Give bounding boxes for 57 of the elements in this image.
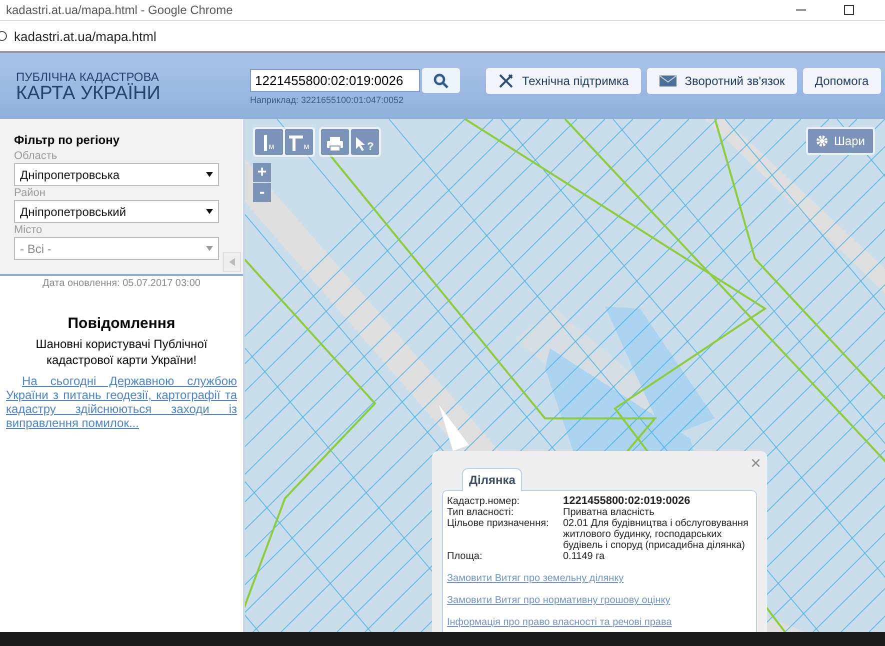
popup-link[interactable]: Інформація про право власності та речові права — [447, 617, 752, 628]
caret-icon — [206, 246, 213, 251]
header-button[interactable]: Допомога — [802, 68, 881, 94]
popup-link[interactable]: Замовити Витяг про нормативну грошову оцінку — [447, 595, 752, 606]
layers-button[interactable]: Шари — [806, 127, 875, 155]
measure-tool-button[interactable]: м — [255, 129, 283, 155]
address-url[interactable]: kadastri.at.ua/mapa.html — [14, 28, 156, 44]
info-label: Тип власності: — [447, 507, 515, 518]
dropdown-value: - Всі - — [20, 242, 52, 256]
area-icon — [288, 135, 303, 151]
notice-link[interactable]: На сьогодні Державною службою України з питань геодезії, картографії та кадастру здійснюються заходи із виправлення помилок... — [0, 372, 243, 432]
field-label: Район — [14, 187, 46, 199]
window-title: kadastri.at.ua/mapa.html - Google Chrome — [6, 3, 233, 17]
notice-text: Шановні користувачі Публічної кадастрової карти України! — [34, 336, 208, 369]
popup-pointer-icon — [439, 405, 469, 451]
gear-icon — [816, 135, 828, 147]
dropdown-value: Дніпропетровська — [20, 168, 120, 182]
close-button[interactable]: × — [750, 453, 761, 474]
tools-icon — [498, 73, 514, 89]
popup-link[interactable]: Замовити Витяг про земельну ділянку — [447, 573, 752, 584]
zoom-button[interactable]: - — [253, 183, 271, 202]
field-label: Область — [14, 150, 58, 162]
region-dropdown[interactable]: Дніпропетровська — [14, 163, 219, 186]
ruler-icon — [264, 135, 268, 151]
logo-subtitle: КАРТА УКРАЇНИ — [16, 84, 162, 104]
caret-icon — [229, 258, 235, 266]
logo-title: ПУБЛІЧНА КАДАСТРОВА — [16, 71, 160, 84]
caret-icon — [206, 209, 213, 214]
parcel-tab[interactable]: Ділянка — [462, 468, 522, 491]
search-example: Наприклад: 3221655100:01:047:0052 — [250, 95, 405, 105]
info-value: 0.1149 га — [563, 551, 605, 562]
search-button[interactable] — [422, 68, 460, 93]
filter-title: Фільтр по регіону — [14, 133, 121, 147]
info-value: Приватна власність — [563, 507, 654, 518]
search-field[interactable]: 1221455800:02:019:0026 — [250, 69, 420, 92]
notice-title: Повідомлення — [66, 315, 176, 332]
measure-tool-button[interactable]: м — [285, 129, 313, 155]
envelope-icon — [658, 75, 677, 87]
header-button[interactable]: Зворотний зв'язок — [646, 68, 797, 94]
header-button[interactable]: Технічна підтримка — [486, 68, 641, 94]
info-label: Площа: — [447, 551, 484, 562]
print-button[interactable] — [321, 129, 349, 155]
pointer-icon — [356, 137, 366, 151]
printer-icon — [327, 137, 343, 151]
dropdown-value: Дніпропетровський — [20, 204, 126, 218]
field-label: Місто — [14, 224, 44, 236]
identify-button[interactable]: ? — [351, 129, 379, 155]
info-label: Цільове призначення: — [447, 518, 550, 531]
update-date: Дата оновлення: 05.07.2017 03:00 — [42, 278, 202, 289]
info-label: Кадастр.номер: — [447, 496, 521, 507]
caret-icon — [206, 172, 213, 177]
zoom-button[interactable]: + — [253, 163, 271, 182]
info-value: 02.01 Для будівництва і обслуговування житлового будинку, господарських будівель і споруд (присадибна ділянка) — [563, 518, 750, 551]
region-dropdown[interactable]: Дніпропетровський — [14, 200, 219, 223]
search-icon — [433, 72, 449, 88]
maximize-icon[interactable] — [843, 4, 855, 16]
info-value: 1221455800:02:019:0026 — [563, 496, 690, 507]
